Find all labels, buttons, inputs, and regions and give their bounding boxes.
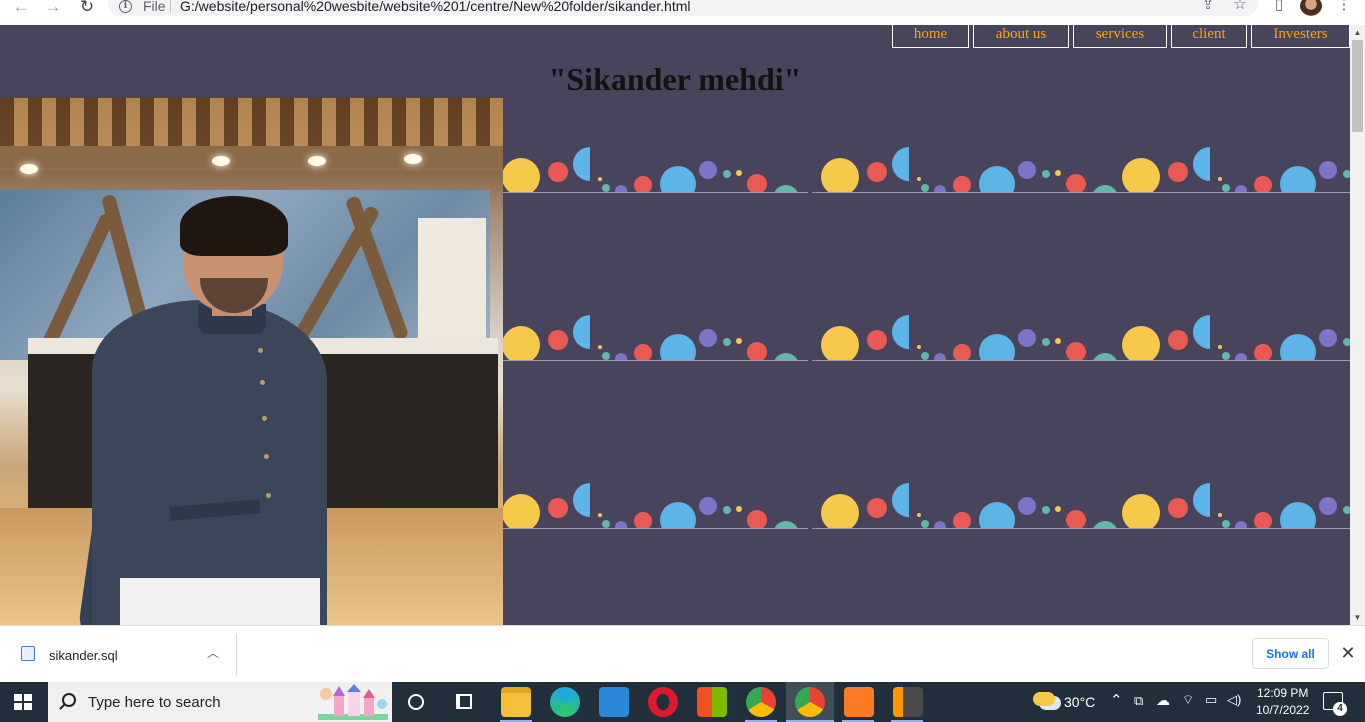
chevron-up-icon[interactable]: ︿ bbox=[204, 644, 222, 662]
download-file-name[interactable]: sikander.sql bbox=[49, 648, 118, 663]
browser-toolbar: ← → ↻ i File G:/website/personal%20wesbi… bbox=[0, 0, 1365, 25]
url-text[interactable]: G:/website/personal%20wesbite/website%20… bbox=[180, 0, 691, 14]
search-highlight-icon[interactable] bbox=[314, 684, 392, 720]
battery-icon[interactable]: ▭ bbox=[1205, 692, 1217, 708]
page-scrollbar[interactable]: ▲ ▼ bbox=[1350, 25, 1365, 625]
decorative-circles-strip bbox=[503, 301, 1350, 361]
url-separator bbox=[170, 0, 171, 13]
microsoft-store-icon[interactable] bbox=[697, 687, 727, 717]
nav-home-link[interactable]: home bbox=[892, 25, 969, 48]
weather-icon[interactable] bbox=[1033, 692, 1055, 706]
xampp-icon[interactable] bbox=[844, 687, 874, 717]
page-title: "Sikander mehdi" bbox=[548, 61, 802, 97]
chevron-up-icon[interactable]: ⌃ bbox=[1110, 691, 1123, 709]
clock-time[interactable]: 12:09 PM bbox=[1257, 686, 1308, 700]
decorative-circles-strip bbox=[503, 133, 1350, 193]
chrome-active-icon[interactable] bbox=[795, 687, 825, 717]
clock-date[interactable]: 10/7/2022 bbox=[1256, 703, 1309, 717]
volume-icon[interactable]: ◁) bbox=[1227, 692, 1241, 708]
info-icon[interactable]: i bbox=[119, 0, 132, 13]
onedrive-icon[interactable]: ☁ bbox=[1156, 692, 1170, 709]
show-all-button[interactable]: Show all bbox=[1252, 638, 1329, 669]
profile-photo bbox=[0, 98, 503, 625]
page-viewport: home about us services client Investers … bbox=[0, 25, 1350, 625]
nav-investers-link[interactable]: Investers bbox=[1251, 25, 1350, 48]
menu-kebab-icon[interactable]: ⋮ bbox=[1335, 0, 1353, 14]
search-placeholder: Type here to search bbox=[88, 694, 221, 711]
scroll-up-icon[interactable]: ▲ bbox=[1350, 25, 1365, 40]
divider bbox=[236, 634, 237, 676]
notification-badge: 4 bbox=[1333, 702, 1347, 716]
taskbar: Type here to search 30°C ⌃ ⧉ ☁ ⌔ ▭ ◁) 12… bbox=[0, 682, 1365, 722]
edge-icon[interactable] bbox=[550, 687, 580, 717]
decorative-circles-strip bbox=[503, 469, 1350, 529]
side-panel-icon[interactable]: ▯ bbox=[1270, 0, 1288, 14]
nav-client-link[interactable]: client bbox=[1171, 25, 1247, 48]
share-icon[interactable]: ⇪ bbox=[1199, 0, 1217, 14]
reload-icon[interactable]: ↻ bbox=[76, 0, 98, 16]
meet-now-icon[interactable]: ⧉ bbox=[1134, 693, 1143, 709]
windows-start-icon[interactable] bbox=[14, 694, 32, 710]
profile-avatar[interactable] bbox=[1300, 0, 1322, 16]
scroll-down-icon[interactable]: ▼ bbox=[1350, 610, 1365, 625]
forward-arrow-icon[interactable]: → bbox=[42, 0, 64, 16]
weather-temperature[interactable]: 30°C bbox=[1064, 694, 1095, 710]
task-view-icon[interactable] bbox=[456, 694, 472, 709]
opera-icon[interactable] bbox=[648, 687, 678, 717]
file-scheme-label: File bbox=[143, 0, 166, 14]
downloads-bar: sikander.sql ︿ Show all ✕ bbox=[0, 625, 1365, 682]
sublime-text-icon[interactable] bbox=[893, 687, 923, 717]
star-icon[interactable]: ☆ bbox=[1231, 0, 1249, 14]
file-explorer-icon[interactable] bbox=[501, 687, 531, 717]
scroll-thumb[interactable] bbox=[1352, 40, 1363, 132]
nav-about-link[interactable]: about us bbox=[973, 25, 1069, 48]
site-nav: home about us services client Investers bbox=[892, 25, 1350, 48]
cortana-icon[interactable] bbox=[408, 694, 424, 710]
file-icon bbox=[21, 646, 35, 661]
close-icon[interactable]: ✕ bbox=[1339, 643, 1357, 663]
nav-services-link[interactable]: services bbox=[1073, 25, 1167, 48]
chrome-profile-icon[interactable] bbox=[746, 687, 776, 717]
wifi-icon[interactable]: ⌔ bbox=[1182, 692, 1194, 708]
mail-icon[interactable] bbox=[599, 687, 629, 717]
back-arrow-icon[interactable]: ← bbox=[10, 0, 32, 16]
search-icon bbox=[62, 693, 76, 707]
